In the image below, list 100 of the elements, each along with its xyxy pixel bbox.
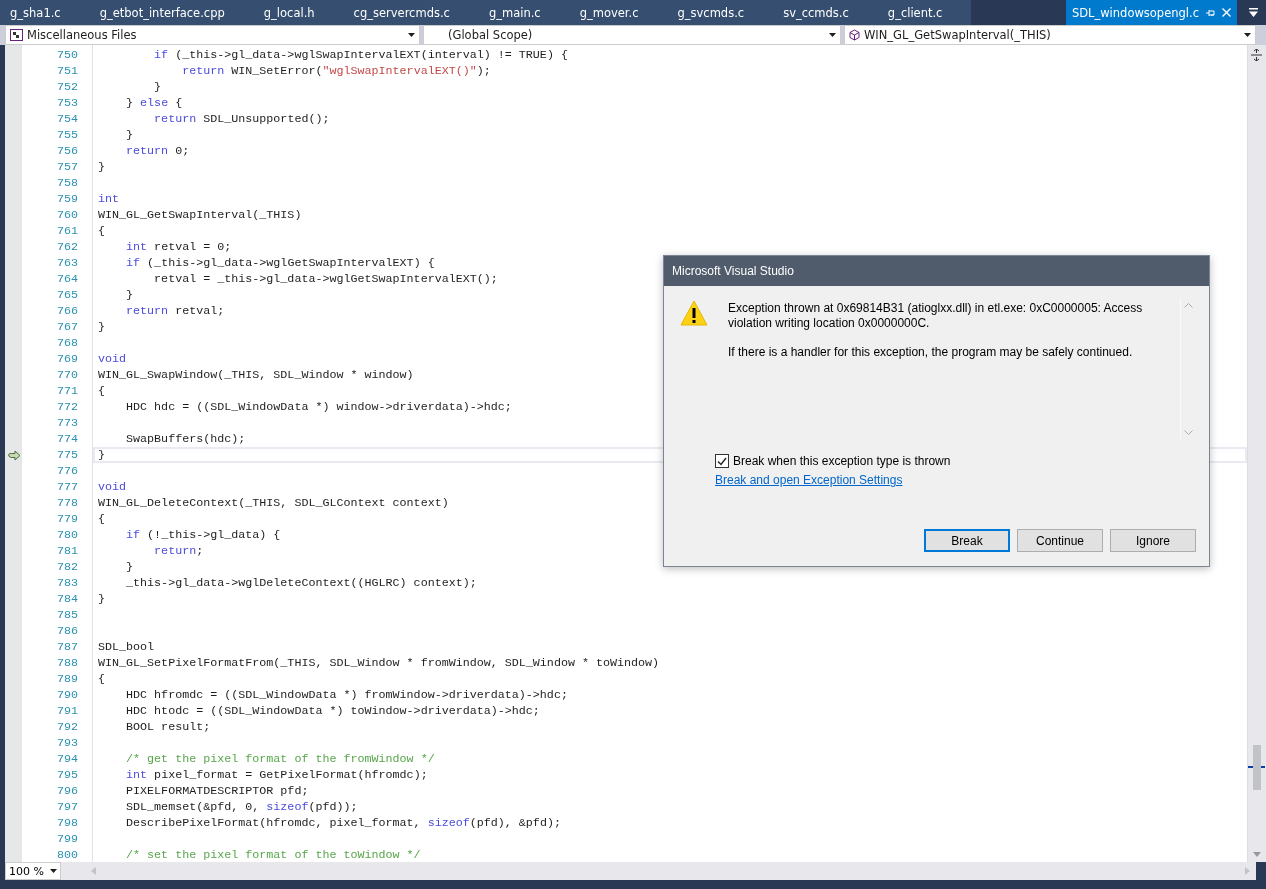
chevron-up-icon[interactable] xyxy=(1183,303,1193,308)
code-line: retval = _this->gl_data->wglGetSwapIntervalEXT(); xyxy=(153,271,498,287)
code-line: } xyxy=(125,559,134,575)
checkbox-label[interactable]: Break when this exception type is thrown xyxy=(733,454,951,468)
line-number: 757 xyxy=(55,160,78,174)
close-icon[interactable] xyxy=(1222,8,1231,17)
caret-icon[interactable] xyxy=(50,869,57,873)
code-line: HDC hfromdc = ((SDL_WindowData *) fromWindow->driverdata)->hdc; xyxy=(125,687,568,703)
caret-icon[interactable] xyxy=(829,33,836,37)
line-number: 758 xyxy=(55,176,78,190)
code-line: HDC htodc = ((SDL_WindowData *) toWindow->driverdata)->hdc; xyxy=(125,703,540,719)
exception-message: Exception thrown at 0x69814B31 (atioglxx.dll) in etl.exe: 0xC0000005: Access violation writing location 0x0000000C. xyxy=(728,301,1144,331)
code-line: WIN_GL_SetPixelFormatFrom(_THIS, SDL_Window * fromWindow, SDL_Window * toWindow) xyxy=(98,655,660,671)
line-number: 787 xyxy=(55,640,78,654)
project-dropdown[interactable]: Miscellaneous Files xyxy=(5,25,420,45)
code-line: SDL_memset(&pfd, 0, sizeof(pfd)); xyxy=(125,799,358,815)
code-line: if (_this->gl_data->wglGetSwapIntervalEXT) { xyxy=(125,255,435,271)
line-number: 794 xyxy=(55,752,78,766)
code-line: { xyxy=(98,671,105,687)
exception-hint: If there is a handler for this exception, the program may be safely continued. xyxy=(728,345,1134,360)
message-scrollbar[interactable] xyxy=(1180,299,1195,439)
line-number: 769 xyxy=(55,352,78,366)
line-number: 783 xyxy=(55,576,78,590)
code-line: void xyxy=(98,479,127,495)
code-line: return; xyxy=(153,543,204,559)
dialog-button[interactable]: Break xyxy=(924,529,1010,552)
code-line: } xyxy=(98,319,105,335)
line-number: 797 xyxy=(55,800,78,814)
cube-icon xyxy=(849,29,860,41)
code-line: { xyxy=(98,511,105,527)
line-number: 777 xyxy=(55,480,78,494)
line-number: 772 xyxy=(55,400,78,414)
scope-dropdown[interactable]: (Global Scope) xyxy=(423,25,841,45)
line-number: 799 xyxy=(55,832,78,846)
split-icon[interactable] xyxy=(1251,49,1262,61)
code-line: } xyxy=(125,287,134,303)
code-line: } xyxy=(125,127,134,143)
code-line: return WIN_SetError("wglSwapIntervalEXT()"); xyxy=(181,63,491,79)
member-dropdown[interactable]: WIN_GL_GetSwapInterval(_THIS) xyxy=(844,25,1256,45)
line-number: 780 xyxy=(55,528,78,542)
line-number: 795 xyxy=(55,768,78,782)
line-number: 766 xyxy=(55,304,78,318)
code-line: if (_this->gl_data->wglSwapIntervalEXT(interval) != TRUE) { xyxy=(153,47,568,63)
line-number: 755 xyxy=(55,128,78,142)
checkbox[interactable] xyxy=(715,454,729,468)
line-number: 786 xyxy=(55,624,78,638)
caret-icon[interactable] xyxy=(1244,33,1251,37)
line-number: 792 xyxy=(55,720,78,734)
warning-icon xyxy=(680,299,708,327)
code-line: return retval; xyxy=(125,303,225,319)
code-line: return SDL_Unsupported(); xyxy=(153,111,330,127)
line-number: 751 xyxy=(55,64,78,78)
dialog-title: Microsoft Visual Studio xyxy=(664,256,1209,286)
line-number: 791 xyxy=(55,704,78,718)
line-number: 768 xyxy=(55,336,78,350)
scroll-down-icon[interactable] xyxy=(1253,852,1261,857)
code-line: BOOL result; xyxy=(125,719,211,735)
line-number: 793 xyxy=(55,736,78,750)
code-line: void xyxy=(98,351,127,367)
exception-settings-link[interactable]: Break and open Exception Settings xyxy=(715,473,903,487)
line-number: 760 xyxy=(55,208,78,222)
line-number: 752 xyxy=(55,80,78,94)
line-number: 753 xyxy=(55,96,78,110)
code-line: { xyxy=(98,223,105,239)
line-number: 759 xyxy=(55,192,78,206)
line-number: 765 xyxy=(55,288,78,302)
code-line: DescribePixelFormat(hfromdc, pixel_format, sizeof(pfd), &pfd); xyxy=(125,815,561,831)
line-number: 776 xyxy=(55,464,78,478)
line-number: 761 xyxy=(55,224,78,238)
code-line: } xyxy=(153,79,162,95)
code-line: WIN_GL_GetSwapInterval(_THIS) xyxy=(98,207,302,223)
pin-icon[interactable] xyxy=(1205,7,1216,18)
dialog-button[interactable]: Continue xyxy=(1017,529,1103,552)
caret-icon[interactable] xyxy=(408,33,415,37)
line-number: 785 xyxy=(55,608,78,622)
line-number: 781 xyxy=(55,544,78,558)
chevron-down-icon[interactable] xyxy=(1183,430,1193,435)
line-number: 770 xyxy=(55,368,78,382)
code-line: /* set the pixel format of the toWindow */ xyxy=(125,847,421,863)
line-number: 773 xyxy=(55,416,78,430)
code-line: return 0; xyxy=(125,143,190,159)
tab-list-icon[interactable] xyxy=(1249,8,1258,17)
line-number: 750 xyxy=(55,48,78,62)
code-line: HDC hdc = ((SDL_WindowData *) window->driverdata)->hdc; xyxy=(125,399,512,415)
code-line: } xyxy=(98,591,105,607)
code-line: WIN_GL_DeleteContext(_THIS, SDL_GLContext context) xyxy=(98,495,449,511)
line-number: 784 xyxy=(55,592,78,606)
line-number: 771 xyxy=(55,384,78,398)
code-line: } else { xyxy=(125,95,183,111)
file-tab[interactable]: SDL_windowsopengl.c xyxy=(1065,0,1237,25)
code-line: } xyxy=(98,159,105,175)
scroll-thumb[interactable] xyxy=(1253,745,1261,790)
vertical-scrollbar[interactable] xyxy=(1247,45,1266,862)
zoom-dropdown[interactable]: 100 % xyxy=(5,862,61,880)
line-number: 800 xyxy=(55,848,78,862)
dialog-button[interactable]: Ignore xyxy=(1110,529,1196,552)
code-line: PIXELFORMATDESCRIPTOR pfd; xyxy=(125,783,309,799)
line-number: 790 xyxy=(55,688,78,702)
line-number: 763 xyxy=(55,256,78,270)
code-line: SDL_bool xyxy=(98,639,155,655)
